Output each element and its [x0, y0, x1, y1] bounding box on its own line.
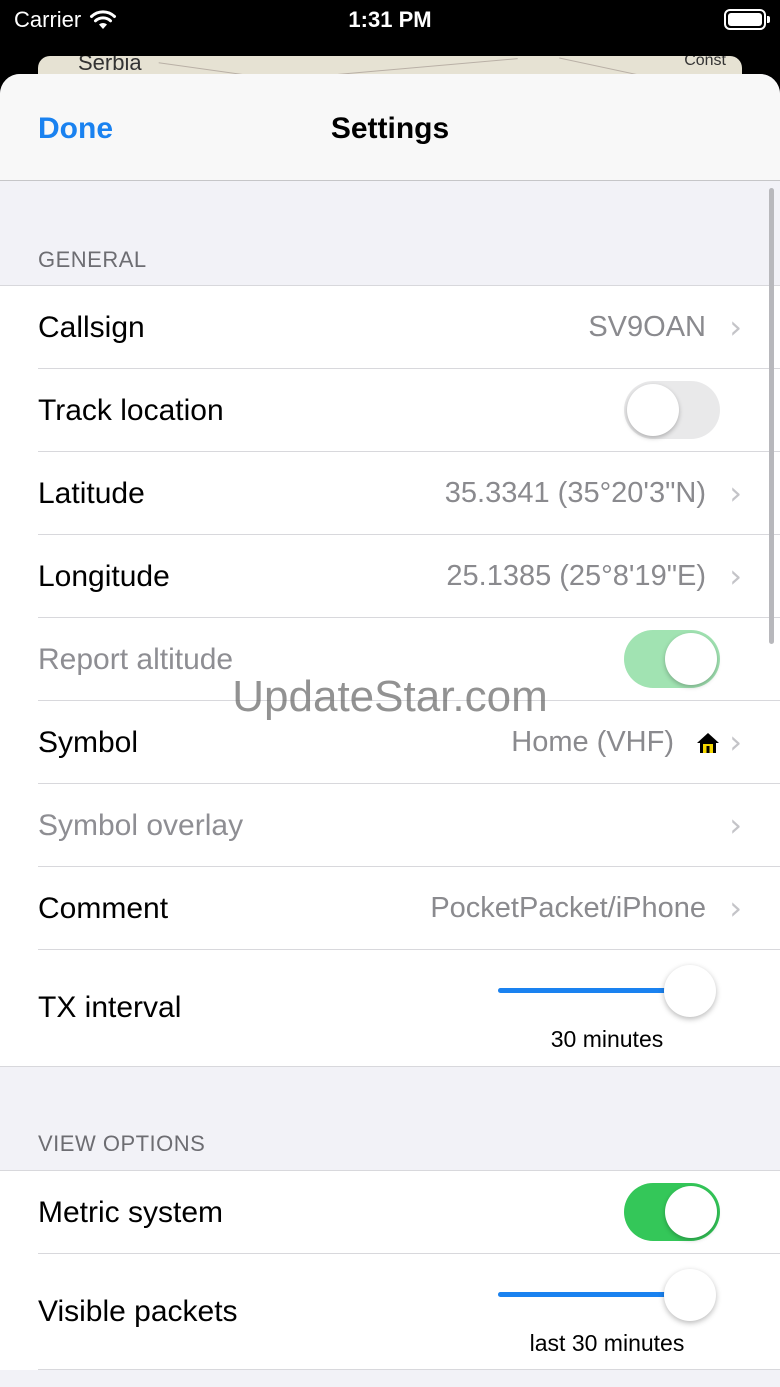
status-time: 1:31 PM: [348, 7, 432, 32]
track-location-toggle[interactable]: [624, 381, 720, 439]
comment-row[interactable]: Comment PocketPacket/iPhone ›: [0, 867, 780, 950]
chevron-right-icon: ›: [729, 474, 742, 512]
toggle-knob: [627, 384, 679, 436]
latitude-row[interactable]: Latitude 35.3341 (35°20'3"N) ›: [0, 452, 780, 535]
chevron-right-icon: ›: [729, 308, 742, 346]
visible-packets-row: Visible packets last 30 minutes: [0, 1254, 780, 1370]
toggle-knob: [665, 1186, 717, 1238]
map-label-right: Const: [684, 56, 726, 69]
track-location-label: Track location: [38, 394, 224, 427]
navigation-bar: Done Settings: [0, 74, 780, 181]
metric-system-toggle[interactable]: [624, 1183, 720, 1241]
latitude-label: Latitude: [38, 477, 145, 510]
callsign-row[interactable]: Callsign SV9OAN ›: [0, 286, 780, 369]
map-border-line: [338, 58, 518, 75]
slider-fill: [498, 988, 690, 993]
comment-value: PocketPacket/iPhone: [430, 892, 706, 924]
view-options-group: Metric system Visible packets last 30 mi…: [0, 1170, 780, 1370]
slider-fill: [498, 1292, 690, 1297]
visible-packets-slider[interactable]: [498, 1269, 716, 1321]
chevron-right-icon: ›: [729, 806, 742, 844]
symbol-overlay-label: Symbol overlay: [38, 809, 244, 842]
tx-interval-row: TX interval 30 minutes: [0, 950, 780, 1066]
tx-interval-slider[interactable]: [498, 965, 716, 1017]
page-title: Settings: [330, 112, 450, 145]
slider-thumb[interactable]: [664, 965, 716, 1017]
metric-system-row: Metric system: [0, 1171, 780, 1254]
settings-sheet: Done Settings GENERAL Callsign SV9OAN › …: [0, 74, 780, 1387]
longitude-value: 25.1385 (25°8'19"E): [446, 560, 706, 592]
watermark: UpdateStar.com: [232, 672, 548, 721]
longitude-label: Longitude: [38, 560, 170, 593]
status-bar: Carrier 1:31 PM: [0, 0, 780, 40]
scroll-indicator[interactable]: [769, 188, 774, 644]
chevron-right-icon: ›: [729, 889, 742, 927]
screen: Carrier 1:31 PM Serbia Const Done Settin…: [0, 0, 780, 1387]
house-icon: [697, 733, 719, 753]
map-label-left: Serbia: [78, 56, 142, 75]
track-location-row: Track location: [0, 369, 780, 452]
tx-interval-caption: 30 minutes: [550, 1026, 664, 1052]
battery-icon: [724, 9, 770, 30]
slider-thumb[interactable]: [664, 1269, 716, 1321]
visible-packets-caption: last 30 minutes: [529, 1330, 685, 1356]
chevron-right-icon: ›: [729, 557, 742, 595]
callsign-label: Callsign: [38, 311, 145, 344]
latitude-value: 35.3341 (35°20'3"N): [444, 477, 706, 509]
comment-label: Comment: [38, 892, 169, 925]
section-header-view-options: VIEW OPTIONS: [38, 1131, 206, 1156]
metric-system-label: Metric system: [38, 1196, 224, 1229]
visible-packets-label: Visible packets: [38, 1295, 238, 1328]
section-header-general: GENERAL: [38, 247, 147, 272]
tx-interval-label: TX interval: [38, 991, 182, 1024]
longitude-row[interactable]: Longitude 25.1385 (25°8'19"E) ›: [0, 535, 780, 618]
callsign-value: SV9OAN: [588, 311, 706, 343]
symbol-overlay-row[interactable]: Symbol overlay ›: [0, 784, 780, 867]
